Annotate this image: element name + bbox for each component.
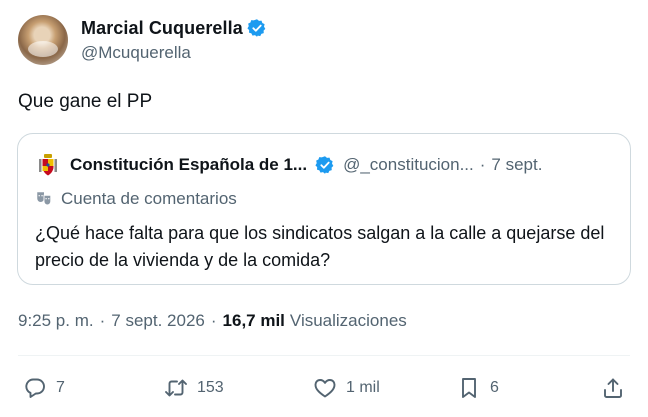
tweet-date[interactable]: 7 sept. 2026: [111, 311, 205, 331]
quoted-timestamp[interactable]: 7 sept.: [491, 155, 542, 175]
divider: [18, 355, 630, 356]
share-icon: [604, 378, 622, 398]
quoted-tweet-text: ¿Qué hace falta para que los sindicatos …: [35, 223, 605, 270]
tweet-card: Marcial Cuquerella @Mcuquerella Que gane…: [0, 0, 648, 417]
retweet-button[interactable]: 153: [164, 374, 224, 402]
author-display-name[interactable]: Marcial Cuquerella: [81, 18, 243, 39]
bookmark-button[interactable]: 6: [457, 374, 499, 402]
quoted-display-name[interactable]: Constitución Española de 1...: [70, 155, 307, 175]
reply-count: 7: [56, 379, 65, 396]
avatar[interactable]: [18, 15, 68, 65]
heart-icon: [314, 379, 336, 398]
quoted-handle[interactable]: @_constitucion...: [343, 155, 474, 175]
quoted-account-label: Cuenta de comentarios: [35, 188, 237, 210]
quoted-label-text: Cuenta de comentarios: [61, 189, 237, 208]
tweet-text: Que gane el PP: [18, 91, 153, 112]
bookmark-icon: [462, 378, 476, 398]
like-button[interactable]: 1 mil: [313, 374, 380, 402]
tweet-meta: 9:25 p. m. · 7 sept. 2026 · 16,7 mil Vis…: [18, 311, 407, 331]
retweet-icon: [165, 379, 187, 397]
theater-mask-icon: [37, 192, 52, 206]
coat-of-arms-icon: [39, 154, 57, 176]
like-count: 1 mil: [346, 379, 380, 396]
meta-separator-2: ·: [210, 311, 217, 330]
verified-badge-icon[interactable]: [247, 18, 267, 38]
quoted-verified-badge-icon[interactable]: [315, 155, 335, 175]
retweet-count: 153: [197, 379, 224, 396]
author-name-row: Marcial Cuquerella: [81, 16, 267, 40]
reply-icon: [25, 378, 45, 398]
meta-separator: ·: [99, 311, 106, 330]
quoted-separator: ·: [479, 155, 486, 174]
share-button[interactable]: [601, 374, 625, 402]
quoted-header: Constitución Española de 1... @_constitu…: [36, 153, 621, 177]
tweet-time[interactable]: 9:25 p. m.: [18, 311, 94, 331]
reply-button[interactable]: 7: [23, 374, 65, 402]
views-label[interactable]: Visualizaciones: [290, 311, 407, 331]
bookmark-count: 6: [490, 379, 499, 396]
quoted-tweet[interactable]: Constitución Española de 1... @_constitu…: [17, 133, 631, 285]
views-count[interactable]: 16,7 mil: [223, 311, 285, 331]
avatar-image: [28, 41, 58, 57]
author-handle[interactable]: @Mcuquerella: [81, 43, 191, 63]
